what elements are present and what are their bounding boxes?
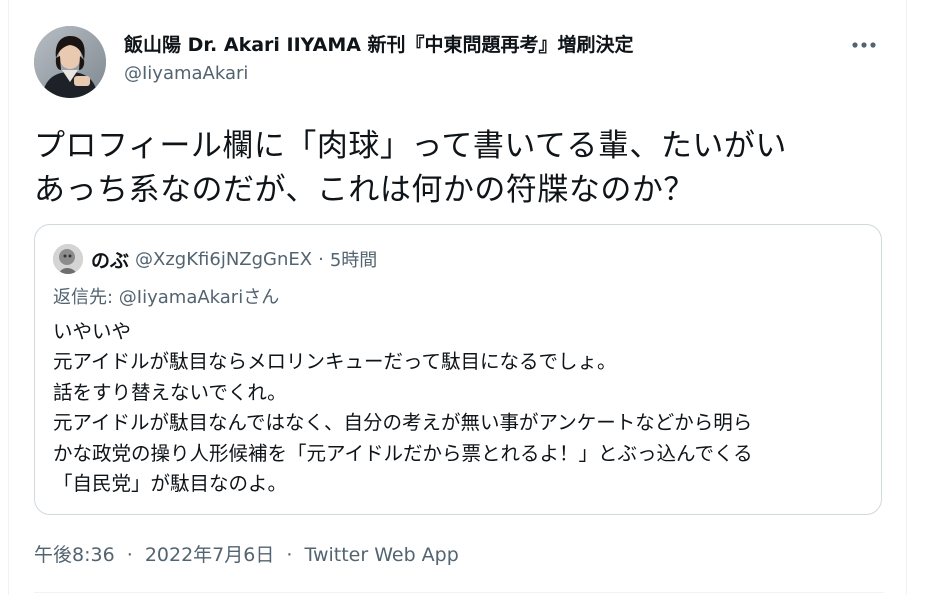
quoted-text-line: 話をすり替えないでくれ。 [53, 380, 287, 404]
quoted-text-line: いやいや [53, 320, 132, 343]
author-handle[interactable]: @IiyamaAkari [124, 61, 824, 87]
tweet-header: 飯山陽 Dr. Akari IIYAMA 新刊『中東問題再考』増刷決定 @Iiy… [34, 26, 884, 98]
tweet-text-line: あっち系なのだが、これは何かの符牒なのか？ [34, 172, 695, 208]
more-horizontal-icon [852, 42, 876, 48]
quoted-tweet-header: のぶ @XzgKfi6jNZgGnEX · 5時間 [53, 243, 377, 275]
quoted-tweet-text: いやいや 元アイドルが駄目ならメロリンキューだって駄目になるでしょ。 話をすり替… [53, 317, 873, 499]
more-button[interactable] [844, 30, 884, 60]
quoted-avatar-image [53, 244, 83, 274]
author-display-name[interactable]: 飯山陽 Dr. Akari IIYAMA 新刊『中東問題再考』増刷決定 [124, 32, 824, 58]
quoted-text-line: 元アイドルが駄目ならメロリンキューだって駄目になるでしょ。 [53, 350, 617, 374]
author-avatar[interactable] [34, 26, 106, 98]
quoted-author-name: のぶ [91, 249, 130, 272]
quoted-tweet[interactable]: のぶ @XzgKfi6jNZgGnEX · 5時間 返信先: @IiyamaAk… [34, 224, 882, 515]
column-border-left [8, 0, 9, 595]
tweet-date[interactable]: 2022年7月6日 [145, 544, 275, 566]
quoted-text-line: かな政党の操り人形候補を「元アイドルだから票とれるよ！」とぶっ込んでくる [53, 441, 753, 465]
reply-to-line: 返信先: @IiyamaAkariさん [53, 285, 279, 311]
quoted-text-line: 「自民党」が駄目なのよ。 [53, 472, 288, 496]
divider [34, 592, 884, 593]
quoted-text-line: 元アイドルが駄目なんではなく、自分の考えが無い事がアンケートなどから明ら [53, 411, 753, 435]
tweet-detail: 飯山陽 Dr. Akari IIYAMA 新刊『中東問題再考』増刷決定 @Iiy… [0, 0, 939, 595]
tweet-time[interactable]: 午後8:36 [34, 544, 115, 566]
tweet-text-line: プロフィール欄に「肉球」って書いてる輩、たいがい [34, 128, 787, 164]
reply-to-mention[interactable]: @IiyamaAkari [119, 287, 243, 308]
quoted-author-avatar[interactable] [53, 244, 83, 274]
tweet-text: プロフィール欄に「肉球」って書いてる輩、たいがい あっち系なのだが、これは何かの… [34, 124, 884, 212]
author-block: 飯山陽 Dr. Akari IIYAMA 新刊『中東問題再考』増刷決定 @Iiy… [124, 32, 824, 87]
separator-dot: · [318, 248, 324, 270]
reply-to-prefix: 返信先: [53, 287, 119, 308]
tweet-metadata: 午後8:36 · 2022年7月6日 · Twitter Web App [34, 541, 459, 569]
reply-to-suffix: さん [243, 287, 280, 308]
column-border-right [906, 0, 907, 595]
quoted-timestamp: 5時間 [329, 250, 378, 271]
author-avatar-image [34, 26, 106, 98]
separator-dot: · [126, 544, 133, 566]
separator-dot: · [286, 544, 293, 566]
tweet-source[interactable]: Twitter Web App [304, 544, 458, 566]
quoted-author-handle: @XzgKfi6jNZgGnEX [135, 248, 313, 270]
